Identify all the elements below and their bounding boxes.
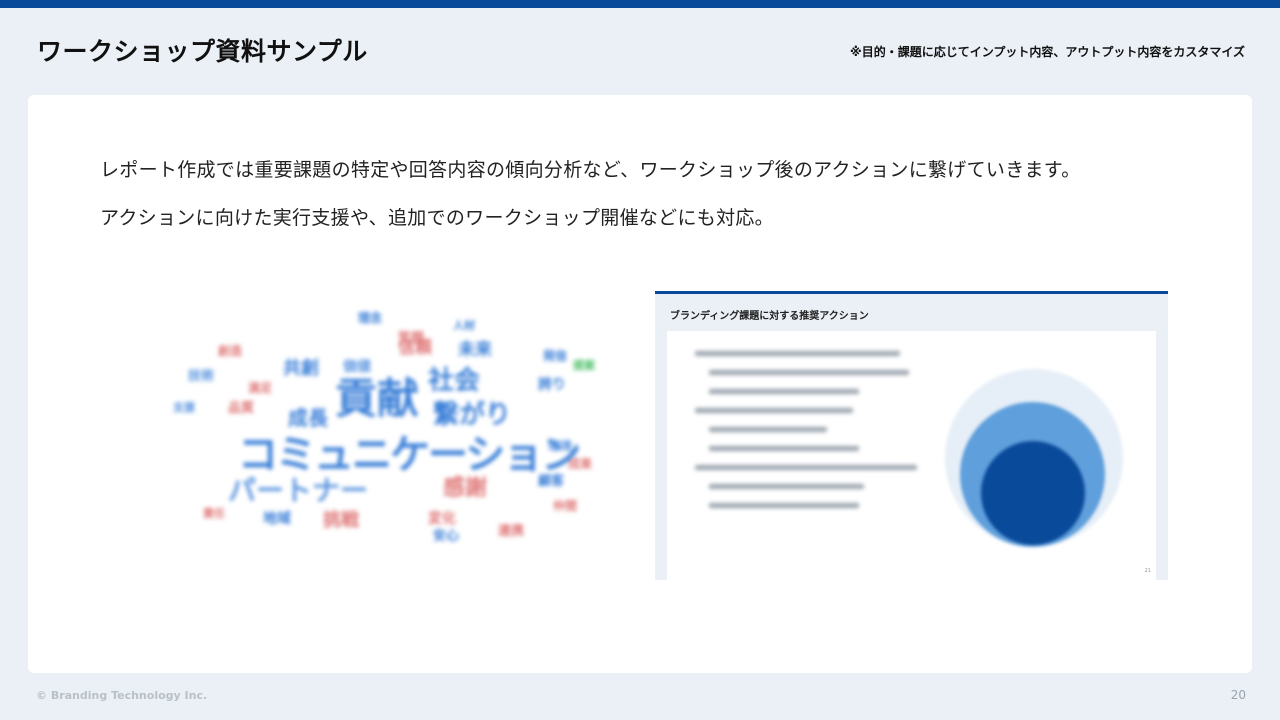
cloud-word: 挑戦	[323, 510, 359, 531]
content-card: レポート作成では重要課題の特定や回答内容の傾向分析など、ワークショップ後のアクシ…	[28, 95, 1252, 673]
cloud-word: 提案	[573, 359, 595, 372]
cloud-word: 環境	[548, 439, 573, 453]
cloud-word: 創造	[218, 344, 243, 358]
cloud-word: 顧客	[538, 474, 565, 489]
cloud-word: 地域	[263, 511, 291, 527]
copyright: © Branding Technology Inc.	[36, 689, 208, 702]
cloud-word: 責任	[203, 507, 225, 520]
body-text-line-2: アクションに向けた実行支援や、追加でのワークショップ開催などにも対応。	[100, 207, 774, 229]
top-accent-bar	[0, 0, 1280, 8]
cloud-word: 社会	[428, 366, 481, 396]
cloud-word: 仲間	[553, 499, 578, 513]
thumbnail-page-number: 21	[1144, 568, 1151, 574]
cloud-word: 感謝	[443, 476, 488, 501]
cloud-word: 人材	[453, 319, 475, 332]
cloud-word: 連携	[498, 524, 525, 539]
cloud-word: 誇り	[538, 377, 566, 393]
body-text-line-1: レポート作成では重要課題の特定や回答内容の傾向分析など、ワークショップ後のアクシ…	[100, 159, 1081, 181]
cloud-word: 価値	[343, 359, 371, 375]
cloud-word: 成果	[568, 457, 593, 471]
cloud-word: 安心	[433, 529, 460, 544]
cloud-word: 共創	[283, 358, 319, 379]
cloud-word: コミュニケーション	[238, 432, 581, 478]
slide-thumbnail: ブランディング課題に対する推奨アクション 21	[655, 291, 1168, 580]
word-cloud-image: 貢献 社会 繋がり コミュニケーション パートナー 感謝 成長 信頼 未来 共創…	[143, 290, 613, 570]
thumbnail-body: 21	[667, 331, 1156, 580]
page-title: ワークショップ資料サンプル	[37, 37, 368, 66]
customize-note: ※目的・課題に応じてインプット内容、アウトプット内容をカスタマイズ	[850, 45, 1245, 59]
cloud-word: 成長	[288, 406, 328, 430]
cloud-word: 変化	[428, 511, 456, 527]
cloud-word: 笑顔	[398, 331, 425, 346]
cloud-word: 理念	[358, 311, 383, 325]
blurred-action-list	[695, 351, 925, 522]
concentric-circle-diagram	[945, 369, 1123, 547]
cloud-word: パートナー	[228, 474, 369, 507]
thumbnail-title: ブランディング課題に対する推奨アクション	[670, 311, 869, 322]
cloud-word: 満足	[248, 381, 273, 395]
cloud-word: 発信	[543, 349, 568, 363]
page-number: 20	[1230, 688, 1246, 702]
cloud-word: 品質	[228, 401, 255, 416]
cloud-word: 未来	[458, 340, 492, 360]
cloud-word: 貢献	[335, 374, 420, 423]
cloud-word: 繋がり	[433, 400, 512, 430]
cloud-word: 技術	[188, 369, 215, 384]
cloud-word: 支援	[173, 401, 195, 414]
